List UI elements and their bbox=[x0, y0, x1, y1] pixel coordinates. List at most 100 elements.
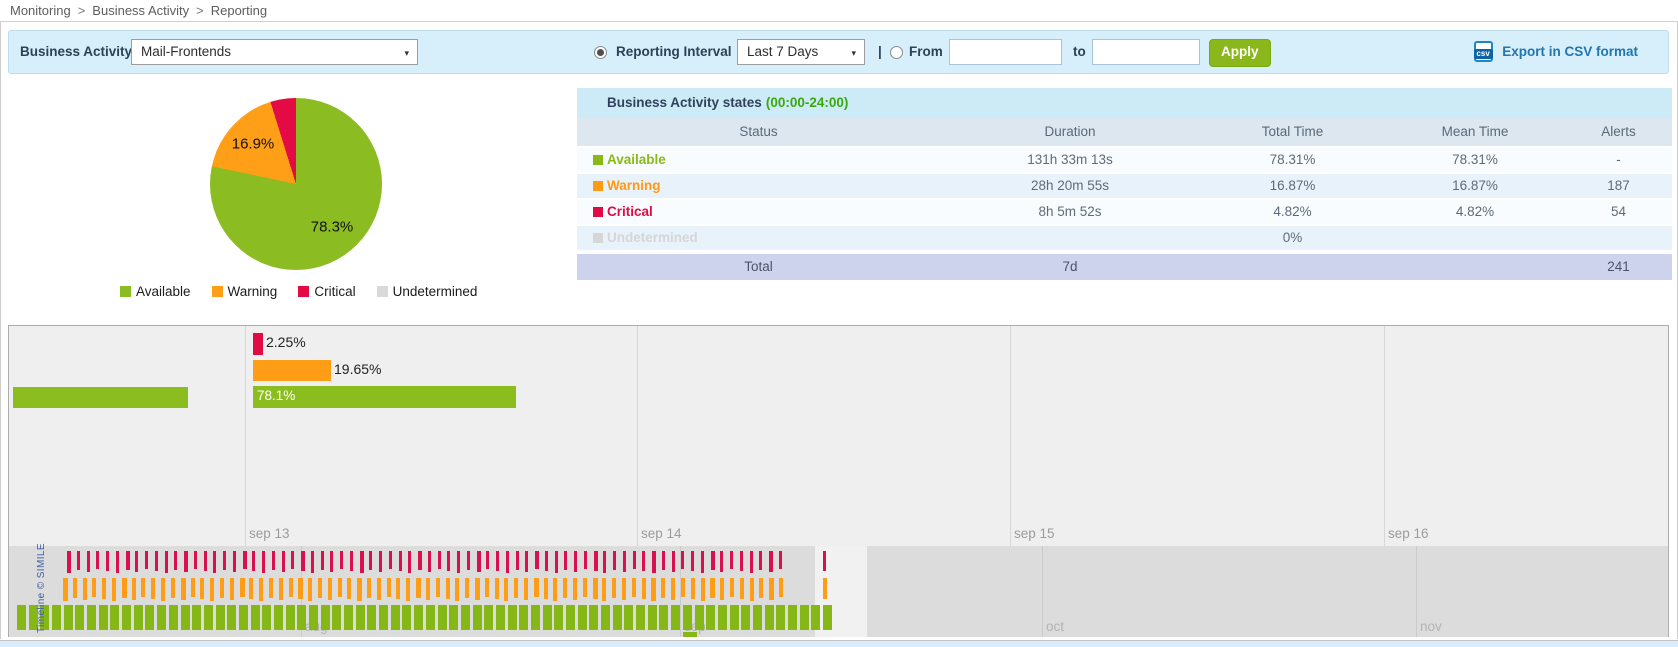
event-tick-critical bbox=[408, 551, 411, 573]
event-tick-warning bbox=[651, 578, 656, 601]
event-tick-critical bbox=[321, 551, 324, 570]
export-csv-button[interactable]: csv Export in CSV format bbox=[1474, 41, 1638, 65]
event-tick-critical bbox=[613, 551, 616, 570]
event-tick-available bbox=[776, 605, 785, 630]
total-label: Total bbox=[577, 254, 940, 280]
event-tick-critical bbox=[467, 551, 470, 570]
timeline-day-band[interactable]: sep 13sep 14sep 15sep 162.25%19.65%78.1% bbox=[9, 326, 1668, 546]
event-tick-available bbox=[391, 605, 400, 630]
event-tick-available bbox=[496, 605, 505, 630]
event-tick-critical bbox=[516, 551, 519, 570]
event-tick-warning bbox=[387, 578, 391, 597]
event-tick-available bbox=[589, 605, 598, 630]
event-tick-critical bbox=[457, 551, 460, 573]
event-tick-available bbox=[17, 605, 26, 630]
legend-label: Critical bbox=[314, 284, 355, 299]
table-cell bbox=[1565, 226, 1672, 250]
simile-timeline[interactable]: sep 13sep 14sep 15sep 162.25%19.65%78.1%… bbox=[8, 325, 1669, 637]
event-tick-warning bbox=[200, 578, 204, 599]
simile-credit: Timeline © SIMILE bbox=[36, 543, 47, 633]
event-tick-critical bbox=[379, 551, 382, 572]
timeline-month-band[interactable]: augsepoctnov bbox=[9, 546, 1668, 637]
day-label: sep 16 bbox=[1388, 526, 1429, 541]
event-tick-warning bbox=[328, 578, 332, 600]
event-tick-warning bbox=[289, 578, 293, 597]
event-tick-warning bbox=[92, 578, 96, 597]
breadcrumb-link-reporting[interactable]: Reporting bbox=[211, 3, 267, 18]
event-tick-warning bbox=[661, 578, 665, 598]
event-tick-warning bbox=[230, 578, 234, 600]
event-tick-critical bbox=[106, 551, 109, 571]
event-tick-warning bbox=[769, 578, 774, 600]
event-tick-critical bbox=[486, 551, 489, 569]
legend-label: Warning bbox=[228, 284, 278, 299]
event-tick-warning bbox=[823, 578, 827, 599]
event-tick-warning bbox=[759, 578, 763, 598]
event-tick-critical bbox=[252, 551, 255, 571]
table-cell: 28h 20m 55s bbox=[940, 174, 1200, 198]
breadcrumb-link-business-activity[interactable]: Business Activity bbox=[92, 3, 189, 18]
event-tick-critical bbox=[272, 551, 275, 570]
event-tick-critical bbox=[243, 551, 247, 569]
breadcrumb-separator: > bbox=[196, 3, 204, 18]
event-tick-warning bbox=[671, 578, 675, 600]
apply-button[interactable]: Apply bbox=[1209, 39, 1271, 67]
event-tick-warning bbox=[485, 578, 489, 597]
event-tick-available bbox=[87, 605, 96, 630]
bar-value-label: 2.25% bbox=[266, 334, 306, 350]
event-tick-critical bbox=[603, 551, 606, 573]
month-label: oct bbox=[1046, 619, 1064, 634]
event-tick-available bbox=[449, 605, 458, 630]
event-tick-available bbox=[706, 605, 715, 630]
day-label: sep 15 bbox=[1014, 526, 1055, 541]
status-cell: Available bbox=[577, 148, 940, 172]
to-date-input[interactable] bbox=[1092, 39, 1200, 65]
event-tick-available bbox=[765, 605, 774, 630]
event-tick-available bbox=[741, 605, 750, 630]
business-activity-select[interactable]: Mail-Frontends ▾ bbox=[131, 39, 418, 65]
pie-data-label: 78.3% bbox=[311, 219, 354, 236]
event-tick-critical bbox=[750, 551, 753, 573]
custom-period-radio[interactable] bbox=[890, 46, 903, 59]
event-tick-critical bbox=[564, 551, 567, 570]
event-tick-warning bbox=[249, 578, 253, 599]
event-tick-warning bbox=[220, 578, 224, 598]
event-tick-warning bbox=[642, 578, 646, 599]
day-gridline bbox=[1384, 326, 1385, 546]
reporting-interval-radio[interactable] bbox=[594, 46, 607, 59]
event-tick-warning bbox=[573, 578, 577, 600]
interval-select[interactable]: Last 7 Days ▾ bbox=[737, 39, 865, 65]
reporting-toolbar: Business Activity Mail-Frontends ▾ Repor… bbox=[8, 30, 1669, 74]
event-tick-warning bbox=[83, 578, 87, 600]
month-gridline bbox=[1416, 546, 1417, 637]
event-tick-available bbox=[800, 605, 809, 630]
event-tick-critical bbox=[165, 551, 168, 573]
event-tick-critical bbox=[369, 551, 372, 570]
event-tick-critical bbox=[87, 551, 90, 572]
event-tick-warning bbox=[122, 578, 127, 598]
event-tick-critical bbox=[311, 551, 314, 573]
event-tick-critical bbox=[594, 551, 598, 571]
event-tick-available bbox=[753, 605, 762, 630]
timeline-bar-critical: 2.25% bbox=[253, 333, 263, 355]
col-header-total-time: Total Time bbox=[1200, 118, 1385, 146]
event-tick-warning bbox=[740, 578, 744, 599]
breadcrumb-link-monitoring[interactable]: Monitoring bbox=[10, 3, 71, 18]
col-header-duration: Duration bbox=[940, 118, 1200, 146]
event-tick-available bbox=[297, 605, 306, 630]
event-tick-warning bbox=[710, 578, 715, 598]
event-tick-available bbox=[578, 605, 587, 630]
table-row: Available131h 33m 13s78.31%78.31%- bbox=[577, 148, 1672, 174]
event-tick-warning bbox=[338, 578, 342, 597]
event-tick-critical bbox=[823, 551, 826, 571]
day-gridline bbox=[245, 326, 246, 546]
event-tick-warning bbox=[446, 578, 450, 599]
table-cell: 78.31% bbox=[1200, 148, 1385, 172]
event-tick-available bbox=[438, 605, 447, 630]
from-date-input[interactable] bbox=[949, 39, 1062, 65]
table-row: Undetermined0% bbox=[577, 226, 1672, 252]
event-tick-available bbox=[788, 605, 797, 630]
legend-item: Warning bbox=[212, 284, 278, 299]
event-tick-available bbox=[531, 605, 540, 630]
col-header-status: Status bbox=[577, 118, 940, 146]
